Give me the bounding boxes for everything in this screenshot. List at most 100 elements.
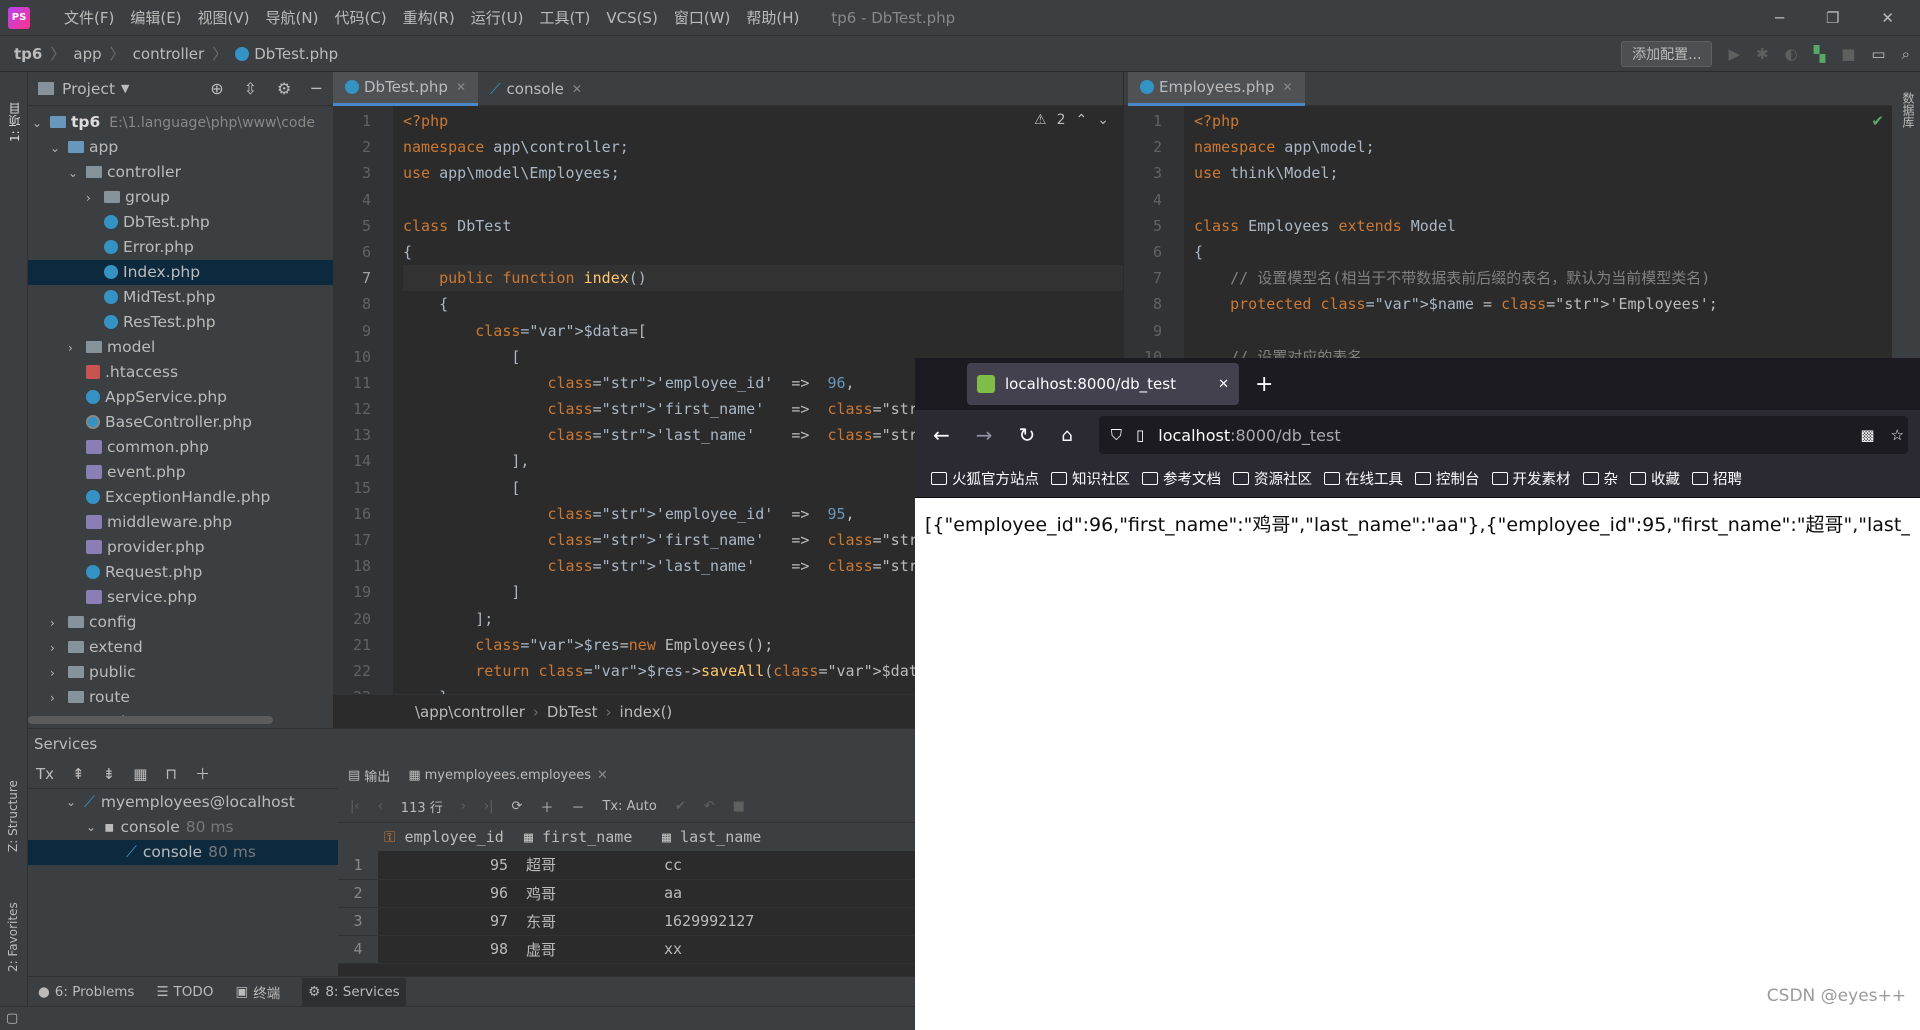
breadcrumb-app[interactable]: app <box>73 45 101 63</box>
code-line[interactable]: namespace app\controller; <box>403 134 1123 160</box>
code-line[interactable]: use app\model\Employees; <box>403 160 1123 186</box>
tree-item-event[interactable]: event.php <box>28 460 333 485</box>
bookmark-folder[interactable]: 知识社区 <box>1051 468 1130 489</box>
tree-item-middleware[interactable]: middleware.php <box>28 510 333 535</box>
code-line[interactable]: class DbTest <box>403 213 1123 239</box>
bookmark-folder[interactable]: 控制台 <box>1415 468 1480 489</box>
chevron-down-icon[interactable]: ⌄ <box>86 815 104 840</box>
tree-item-error[interactable]: Error.php <box>28 235 333 260</box>
group-by-icon[interactable]: ▦ <box>133 765 147 783</box>
table-cell-first[interactable]: 超哥 <box>518 851 656 880</box>
next-page-icon[interactable]: › <box>461 799 466 814</box>
qr-code-icon[interactable]: ▩ <box>1860 426 1874 444</box>
back-icon[interactable]: ← <box>933 423 950 447</box>
favorites-tool-tab[interactable]: 2: Favorites <box>6 872 20 972</box>
shield-icon[interactable]: ⛉ <box>1111 426 1122 444</box>
bookmark-folder[interactable]: 开发素材 <box>1491 468 1571 489</box>
table-cell-first[interactable]: 鸡哥 <box>518 879 656 908</box>
tree-item-config[interactable]: › config <box>28 610 333 635</box>
menu-view[interactable]: 视图(V) <box>198 7 250 28</box>
code-line[interactable]: { <box>1194 239 1920 265</box>
page-icon[interactable]: ▯ <box>1136 426 1144 444</box>
table-cell-n[interactable]: 2 <box>338 879 378 908</box>
table-cell-first[interactable]: 东哥 <box>518 907 656 936</box>
remove-row-icon[interactable]: － <box>571 797 584 816</box>
collapse-all-icon[interactable]: ⇳ <box>244 79 257 98</box>
locate-file-icon[interactable]: ⊕ <box>210 79 223 98</box>
table-row[interactable]: 2 96 鸡哥 aa <box>338 879 915 908</box>
column-header-last-name[interactable]: ▦ last_name <box>656 823 915 851</box>
breadcrumb-controller[interactable]: controller <box>133 45 205 63</box>
bookmark-folder[interactable]: 火狐官方站点 <box>931 468 1039 489</box>
project-view-selector[interactable]: Project <box>62 80 115 98</box>
code-area[interactable]: <?php namespace app\model; use think\Model… <box>1184 106 1920 362</box>
table-cell-id[interactable]: 95 <box>378 851 518 880</box>
tree-item-provider[interactable]: provider.php <box>28 535 333 560</box>
add-row-icon[interactable]: ＋ <box>540 797 553 816</box>
restore-icon[interactable]: ❐ <box>1826 9 1839 27</box>
chevron-right-icon[interactable]: › <box>68 336 86 361</box>
code-line[interactable]: protected class="var">$name = class="str… <box>1194 291 1920 317</box>
table-row[interactable]: 4 98 虚哥 xx <box>338 935 915 964</box>
chevron-down-icon[interactable]: ⌄ <box>32 111 50 136</box>
problems-tool-tab[interactable]: ● 6: Problems <box>38 984 134 1000</box>
expand-all-icon[interactable]: ⇞ <box>72 765 85 783</box>
url-bar[interactable]: ⛉ ▯ localhost:8000/db_test ▩ ☆ <box>1098 416 1908 454</box>
layout-icon[interactable]: ▭ <box>1871 45 1885 63</box>
menu-vcs[interactable]: VCS(S) <box>606 9 657 27</box>
collapse-all-icon[interactable]: ⇟ <box>103 765 116 783</box>
structure-tool-tab[interactable]: Z: Structure <box>6 742 20 852</box>
terminal-tool-tab[interactable]: ▣ 终端 <box>235 982 280 1002</box>
run-icon[interactable]: ▶ <box>1728 45 1740 63</box>
coverage-icon[interactable]: ◐ <box>1785 45 1798 63</box>
table-cell-n[interactable]: 1 <box>338 851 378 880</box>
menu-navigate[interactable]: 导航(N) <box>266 7 319 28</box>
bookmark-folder[interactable]: 收藏 <box>1630 468 1680 489</box>
service-connection[interactable]: ⌄ ⟋ myemployees@localhost <box>28 790 338 815</box>
tree-item-midtest[interactable]: MidTest.php <box>28 285 333 310</box>
code-line[interactable]: use think\Model; <box>1194 160 1920 186</box>
tree-item-restest[interactable]: ResTest.php <box>28 310 333 335</box>
search-everywhere-icon[interactable]: ⌕ <box>1902 45 1910 63</box>
stop-icon[interactable]: ■ <box>733 799 745 814</box>
tree-item-basecontroller[interactable]: BaseController.php <box>28 410 333 435</box>
menu-code[interactable]: 代码(C) <box>334 7 386 28</box>
browser-tab-active[interactable]: localhost:8000/db_test ✕ <box>967 363 1239 405</box>
inspection-widget[interactable]: ⚠ 2 ⌃ ⌄ <box>1028 112 1115 128</box>
chevron-down-icon[interactable]: ⌄ <box>1097 112 1109 128</box>
bookmark-folder[interactable]: 资源社区 <box>1233 468 1312 489</box>
close-tab-icon[interactable]: ✕ <box>1218 377 1229 392</box>
tx-mode-selector[interactable]: Tx: Auto <box>602 799 656 814</box>
chevron-down-icon[interactable]: ⌄ <box>68 161 86 186</box>
bookmark-folder[interactable]: 招聘 <box>1692 468 1742 489</box>
chevron-right-icon[interactable]: › <box>50 686 68 711</box>
minimize-icon[interactable]: ─ <box>1775 9 1784 27</box>
table-cell-id[interactable]: 98 <box>378 935 518 964</box>
toggle-panels-icon[interactable]: ▢ <box>6 1011 18 1026</box>
pin-tab-icon[interactable]: ⊓ <box>165 765 177 783</box>
table-cell-id[interactable]: 97 <box>378 907 518 936</box>
table-cell-n[interactable]: 4 <box>338 935 378 964</box>
breadcrumb-class[interactable]: DbTest <box>547 703 598 721</box>
debug-icon[interactable]: ✱ <box>1756 45 1769 63</box>
tree-item-extend[interactable]: › extend <box>28 635 333 660</box>
chevron-right-icon[interactable]: › <box>50 661 68 686</box>
close-tab-icon[interactable]: ✕ <box>572 72 582 106</box>
last-page-icon[interactable]: ›| <box>484 799 494 814</box>
todo-tool-tab[interactable]: ☰ TODO <box>156 984 213 1000</box>
table-row[interactable]: 1 95 超哥 cc <box>338 851 915 880</box>
tab-table[interactable]: ▦ myemployees.employees ✕ <box>408 768 608 783</box>
menu-edit[interactable]: 编辑(E) <box>130 7 181 28</box>
tree-item-htaccess[interactable]: .htaccess <box>28 360 333 385</box>
bookmark-folder[interactable]: 参考文档 <box>1142 468 1221 489</box>
code-line[interactable]: { <box>403 239 1123 265</box>
code-line[interactable]: class Employees extends Model <box>1194 213 1920 239</box>
tree-root[interactable]: ⌄ tp6 E:\1.language\php\www\code <box>28 110 333 135</box>
code-line[interactable]: <?php <box>1194 108 1920 134</box>
stop-icon[interactable]: ■ <box>1841 45 1855 63</box>
breadcrumb-method[interactable]: index() <box>620 703 673 721</box>
database-tool-tab[interactable]: 数据库 <box>1900 92 1917 128</box>
table-row[interactable]: 3 97 东哥 1629992127 <box>338 907 915 936</box>
close-window-icon[interactable]: ✕ <box>1881 9 1894 27</box>
project-horizontal-scrollbar[interactable] <box>28 716 273 724</box>
